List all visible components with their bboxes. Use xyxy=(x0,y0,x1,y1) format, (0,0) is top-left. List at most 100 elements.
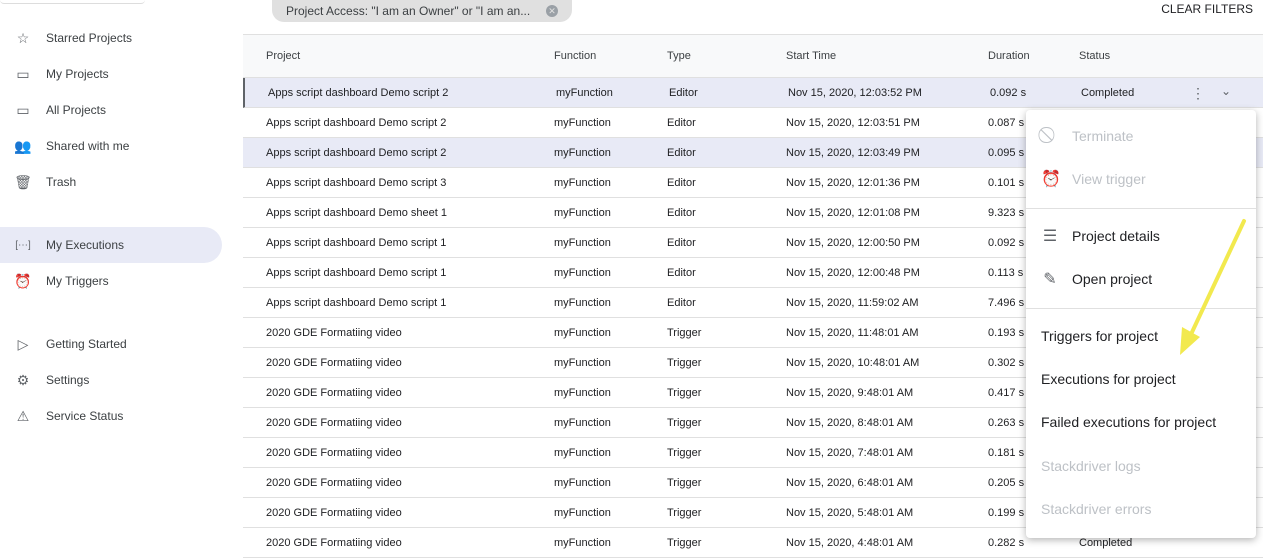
cell-start-time: Nov 15, 2020, 12:03:49 PM xyxy=(786,146,920,159)
header-status[interactable]: Status xyxy=(1079,35,1110,77)
menu-item-label: Project details xyxy=(1072,228,1160,244)
menu-item-label: Stackdriver errors xyxy=(1041,501,1152,517)
cell-function: myFunction xyxy=(554,446,611,459)
cell-duration: 0.193 s xyxy=(988,326,1025,339)
cell-type: Trigger xyxy=(667,416,702,429)
cell-project: 2020 GDE Formatiing video xyxy=(266,536,402,549)
alarm-icon: ⏰ xyxy=(14,272,32,289)
sidebar-item-service-status[interactable]: ⚠ Service Status xyxy=(0,398,222,434)
cell-type: Editor xyxy=(667,116,696,129)
cell-start-time: Nov 15, 2020, 11:59:02 AM xyxy=(786,296,919,309)
cell-duration: 0.205 s xyxy=(988,476,1025,489)
cell-type: Editor xyxy=(667,206,696,219)
cell-start-time: Nov 15, 2020, 12:01:08 PM xyxy=(786,206,920,219)
cell-function: myFunction xyxy=(554,206,611,219)
sidebar-item-my-executions[interactable]: [⋯] My Executions xyxy=(0,227,222,263)
cell-function: myFunction xyxy=(554,146,611,159)
cell-duration: 0.113 s xyxy=(988,266,1024,279)
filter-chip[interactable]: Project Access: "I am an Owner" or "I am… xyxy=(272,0,572,22)
menu-item-executions-for-project[interactable]: Executions for project xyxy=(1026,359,1256,399)
remove-filter-icon[interactable]: ✕ xyxy=(546,5,558,17)
cell-project: Apps script dashboard Demo script 1 xyxy=(266,236,447,249)
yellow-arrow-annotation xyxy=(1180,219,1246,355)
cell-start-time: Nov 15, 2020, 9:48:01 AM xyxy=(786,386,914,399)
cell-type: Trigger xyxy=(667,326,702,339)
cell-type: Editor xyxy=(667,176,696,189)
cell-duration: 0.092 s xyxy=(990,86,1027,99)
cell-start-time: Nov 15, 2020, 10:48:01 AM xyxy=(786,356,920,369)
cell-duration: 0.101 s xyxy=(988,176,1025,189)
cell-start-time: Nov 15, 2020, 11:48:01 AM xyxy=(786,326,919,339)
cell-start-time: Nov 15, 2020, 5:48:01 AM xyxy=(786,506,914,519)
table-row[interactable]: Apps script dashboard Demo script 2 myFun… xyxy=(243,78,1263,108)
sidebar-item-label: My Triggers xyxy=(46,274,109,288)
cell-project: Apps script dashboard Demo script 3 xyxy=(266,176,447,189)
cell-duration: 0.263 s xyxy=(988,416,1025,429)
header-start-time[interactable]: Start Time xyxy=(786,35,836,77)
header-duration[interactable]: Duration xyxy=(988,35,1030,77)
sidebar-item-my-projects[interactable]: ▭ My Projects xyxy=(0,56,222,92)
cell-duration: 9.323 s xyxy=(988,206,1025,219)
star-icon: ☆ xyxy=(16,29,30,46)
menu-item-label: Stackdriver logs xyxy=(1041,458,1141,474)
cell-project: Apps script dashboard Demo script 2 xyxy=(268,86,449,99)
clear-filters-button[interactable]: CLEAR FILTERS xyxy=(1161,2,1253,16)
sidebar-item-my-triggers[interactable]: ⏰ My Triggers xyxy=(0,263,222,299)
cell-project: 2020 GDE Formatiing video xyxy=(266,416,402,429)
list-icon: ☰ xyxy=(1042,228,1058,245)
menu-item-view-trigger[interactable]: ⏰ View trigger xyxy=(1026,159,1256,199)
menu-item-label: Triggers for project xyxy=(1041,328,1158,344)
folder-icon: ▭ xyxy=(16,65,30,82)
cell-type: Trigger xyxy=(667,476,702,489)
cell-project: Apps script dashboard Demo sheet 1 xyxy=(266,206,447,219)
cell-function: myFunction xyxy=(554,236,611,249)
sidebar-item-label: My Executions xyxy=(46,238,125,252)
cell-function: myFunction xyxy=(554,356,611,369)
menu-item-stackdriver-logs[interactable]: Stackdriver logs xyxy=(1026,446,1256,486)
cell-function: myFunction xyxy=(554,476,611,489)
cell-duration: 0.087 s xyxy=(988,116,1025,129)
sidebar-item-label: Shared with me xyxy=(46,139,130,153)
trash-icon: 🗑 xyxy=(14,173,32,190)
header-project[interactable]: Project xyxy=(266,35,300,77)
chevron-down-icon[interactable]: ⌄ xyxy=(1221,84,1231,98)
cell-type: Editor xyxy=(667,266,696,279)
cell-type: Trigger xyxy=(667,506,702,519)
sidebar-item-starred-projects[interactable]: ☆ Starred Projects xyxy=(0,20,222,56)
sidebar-item-label: All Projects xyxy=(46,103,107,117)
header-function[interactable]: Function xyxy=(554,35,596,77)
cell-type: Trigger xyxy=(667,446,702,459)
folder-icon: ▭ xyxy=(16,101,30,118)
more-vert-icon[interactable]: ⋮ xyxy=(1191,86,1205,100)
cell-project: Apps script dashboard Demo script 2 xyxy=(266,146,447,159)
menu-item-stackdriver-errors[interactable]: Stackdriver errors xyxy=(1026,489,1256,529)
play-icon: ▷ xyxy=(17,335,29,352)
block-icon: ⃠ xyxy=(1041,127,1059,145)
cell-type: Trigger xyxy=(667,386,702,399)
sidebar-item-all-projects[interactable]: ▭ All Projects xyxy=(0,92,222,128)
cell-duration: 7.496 s xyxy=(988,296,1025,309)
sidebar-item-settings[interactable]: ⚙ Settings xyxy=(0,362,222,398)
cell-start-time: Nov 15, 2020, 6:48:01 AM xyxy=(786,476,914,489)
sidebar-item-shared-with-me[interactable]: 👥 Shared with me xyxy=(0,128,222,164)
sidebar-item-trash[interactable]: 🗑 Trash xyxy=(0,164,222,200)
alarm-icon: ⏰ xyxy=(1041,171,1061,188)
cell-type: Trigger xyxy=(667,356,702,369)
sidebar-item-label: Service Status xyxy=(46,409,124,423)
cell-function: myFunction xyxy=(554,416,611,429)
cell-project: 2020 GDE Formatiing video xyxy=(266,446,402,459)
cell-project: Apps script dashboard Demo script 1 xyxy=(266,266,447,279)
cell-project: Apps script dashboard Demo script 2 xyxy=(266,116,447,129)
people-icon: 👥 xyxy=(14,137,32,154)
sidebar-item-label: My Projects xyxy=(46,67,109,81)
cell-function: myFunction xyxy=(554,386,611,399)
header-type[interactable]: Type xyxy=(667,35,691,77)
menu-divider xyxy=(1026,208,1256,209)
menu-item-terminate[interactable]: ⃠ Terminate xyxy=(1026,116,1256,156)
cell-project: 2020 GDE Formatiing video xyxy=(266,356,402,369)
sidebar-item-getting-started[interactable]: ▷ Getting Started xyxy=(0,326,222,362)
menu-item-failed-executions-for-project[interactable]: Failed executions for project xyxy=(1026,402,1256,442)
sidebar-item-label: Trash xyxy=(46,175,77,189)
cell-function: myFunction xyxy=(554,536,611,549)
cell-type: Editor xyxy=(667,296,696,309)
